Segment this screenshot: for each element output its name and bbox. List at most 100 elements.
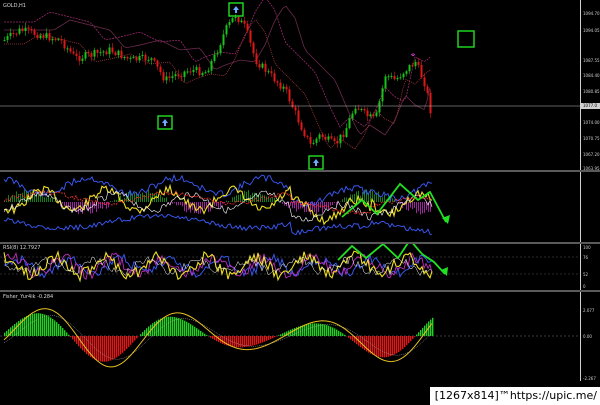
rsi-label: RSI(8) 12.7927 (3, 245, 41, 251)
candle-body (180, 76, 183, 78)
indicator-1-canvas[interactable] (0, 172, 600, 242)
candle-body (186, 71, 189, 73)
fisher-histogram-bar (204, 333, 206, 336)
histogram-bar (272, 198, 273, 202)
fisher-histogram-bar (252, 336, 254, 346)
candle-body (243, 20, 246, 24)
histogram-bar (92, 202, 93, 214)
candle-body (390, 76, 393, 78)
candle-body (42, 35, 45, 38)
fisher-histogram-bar (16, 322, 18, 336)
candle-body (384, 76, 387, 89)
moving-average-line (4, 0, 431, 128)
candle-body (330, 136, 333, 139)
fisher-histogram-bar (46, 315, 48, 336)
candle-body (279, 82, 282, 89)
histogram-bar (326, 202, 327, 209)
histogram-bar (232, 197, 233, 202)
rsi-canvas[interactable] (0, 244, 600, 290)
histogram-bar (346, 197, 347, 202)
fisher-histogram-bar (272, 336, 274, 339)
fisher-histogram-bar (114, 336, 116, 359)
fisher-histogram-bar (374, 336, 376, 356)
candle-body (90, 53, 93, 57)
candle-body (21, 28, 24, 31)
histogram-bar (176, 202, 177, 206)
fisher-histogram-bar (180, 318, 182, 336)
fisher-histogram-bar (310, 323, 312, 336)
histogram-bar (52, 197, 53, 202)
main-price-pane[interactable]: GOLD,H1 1094.70 1094.05 1087.55 1084.40 … (0, 0, 600, 171)
candle-body (114, 52, 117, 56)
fisher-histogram-bar (322, 324, 324, 336)
candle-body (6, 36, 9, 40)
histogram-bar (234, 196, 235, 202)
histogram-bar (6, 200, 7, 202)
candle-body (339, 134, 342, 144)
fisher-histogram-bar (256, 336, 258, 345)
candle-body (159, 66, 162, 73)
fisher-pane[interactable]: Fisher_Yur4ik -0.284 2.077 0.00 -2.267 (0, 292, 600, 381)
candle-body (204, 72, 207, 74)
histogram-bar (254, 192, 255, 202)
candle-body (402, 73, 405, 78)
indicator-1-pane[interactable] (0, 172, 600, 242)
fisher-histogram-bar (240, 336, 242, 348)
candle-body (264, 63, 267, 72)
fisher-histogram-bar (18, 320, 20, 336)
histogram-bar (380, 197, 381, 202)
up-arrow-icon (162, 119, 168, 126)
candle-body (399, 77, 402, 79)
fisher-canvas[interactable] (0, 292, 600, 381)
candle-body (165, 76, 168, 81)
candle-body (132, 56, 135, 58)
candle-body (174, 74, 177, 77)
watermark: [1267x814]™https://upic.me/ (429, 387, 600, 405)
rsi-tick: 52 (583, 272, 589, 277)
candle-body (78, 55, 81, 61)
candle-body (372, 114, 375, 117)
candle-body (309, 136, 312, 144)
fisher-histogram-bar (260, 336, 262, 344)
fisher-histogram-bar (182, 319, 184, 336)
price-scale[interactable]: 1094.70 1094.05 1087.55 1084.40 1080.85 … (581, 0, 600, 171)
candle-body (375, 112, 378, 117)
histogram-bar (330, 202, 331, 206)
histogram-bar (182, 202, 183, 207)
candle-body (381, 88, 384, 102)
histogram-bar (374, 194, 375, 202)
histogram-bar (314, 202, 315, 213)
fisher-scale-border (580, 292, 581, 381)
candle-body (351, 113, 354, 119)
candle-body (120, 50, 123, 59)
fisher-histogram-bar (246, 336, 248, 347)
candle-body (357, 108, 360, 110)
fisher-histogram-bar (32, 313, 34, 336)
histogram-bar (420, 202, 421, 215)
rsi-pane[interactable]: RSI(8) 12.7927 100 76 52 0 (0, 244, 600, 290)
histogram-bar (246, 191, 247, 202)
fisher-histogram-bar (340, 332, 342, 336)
histogram-bar (322, 202, 323, 213)
candle-body (72, 51, 75, 54)
histogram-bar (62, 202, 63, 204)
candle-body (282, 86, 285, 89)
fisher-histogram-bar (4, 332, 6, 336)
candle-body (249, 30, 252, 43)
fisher-histogram-bar (72, 336, 74, 340)
candle-body (303, 129, 306, 137)
candle-body (387, 76, 390, 78)
histogram-bar (274, 197, 275, 202)
fisher-histogram-bar (380, 336, 382, 358)
candle-body (75, 53, 78, 56)
fisher-histogram-bar (356, 336, 358, 345)
fisher-histogram-bar (66, 332, 68, 336)
rsi-line (3, 255, 433, 277)
candle-body (345, 128, 348, 137)
candle-body (333, 138, 336, 142)
candle-body (267, 71, 270, 73)
price-chart-canvas[interactable] (0, 0, 600, 170)
candle-body (63, 40, 66, 49)
fisher-histogram-bar (412, 336, 414, 339)
fisher-histogram-bar (392, 336, 394, 356)
